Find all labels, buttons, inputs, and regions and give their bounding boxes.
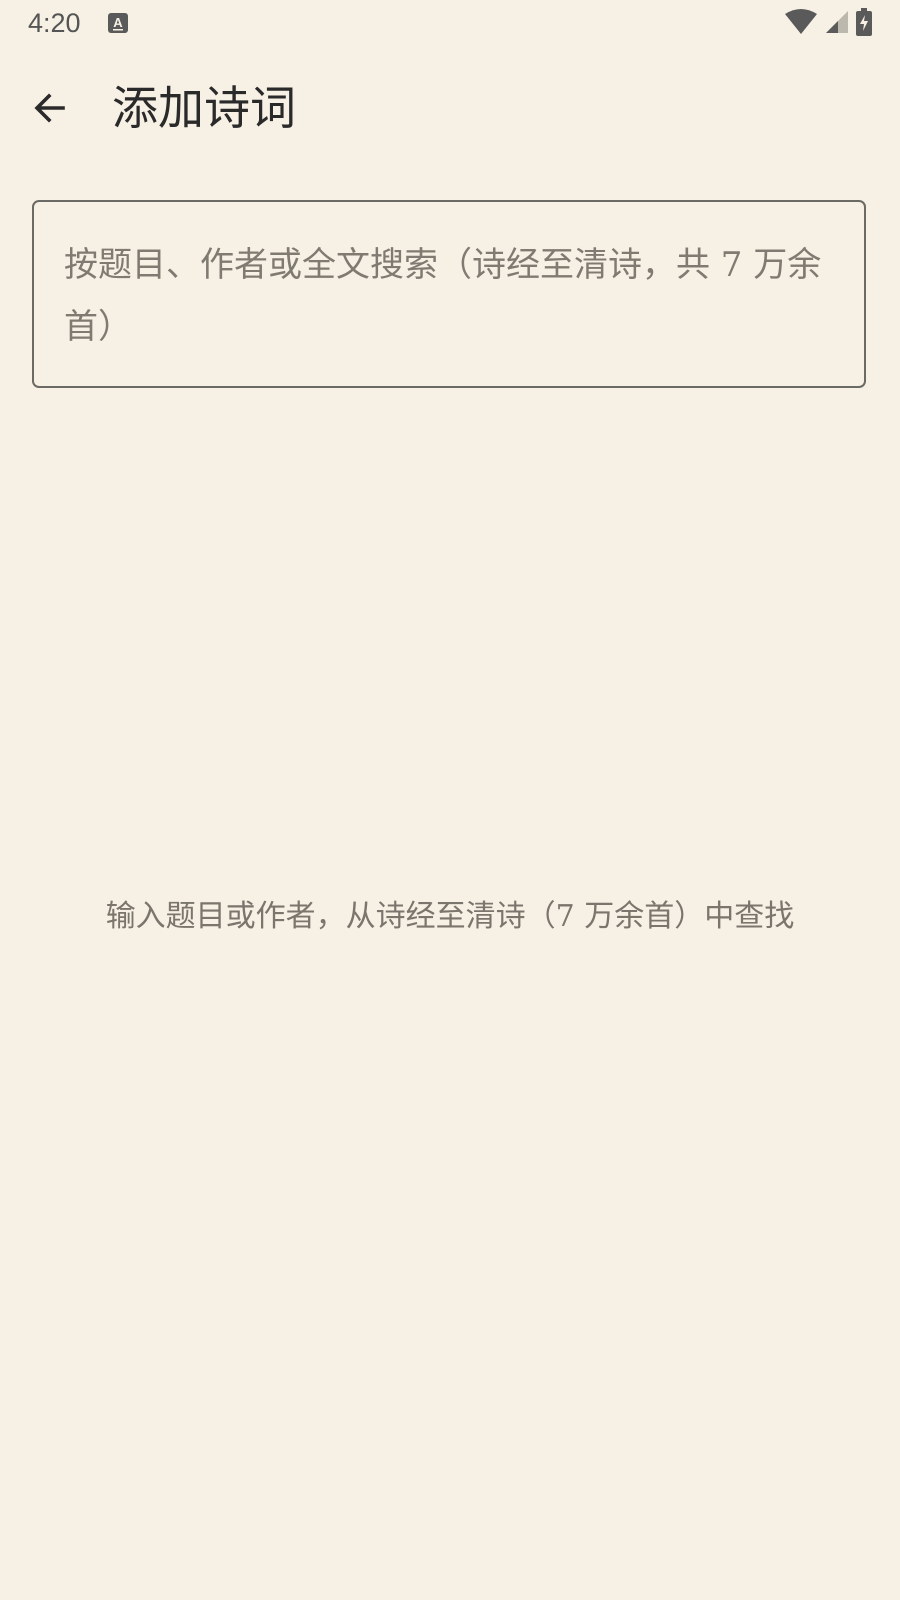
status-icons	[784, 8, 872, 40]
a-font-icon: A	[108, 13, 128, 33]
cellular-signal-icon	[824, 9, 850, 39]
empty-state-hint: 输入题目或作者，从诗经至清诗（7 万余首）中查找	[105, 899, 795, 934]
svg-text:A: A	[113, 15, 123, 30]
battery-charging-icon	[856, 8, 872, 40]
status-time: 4:20	[28, 8, 81, 38]
status-bar: 4:20 A	[0, 0, 900, 50]
search-box[interactable]	[32, 200, 866, 388]
wifi-icon	[784, 8, 818, 40]
search-input[interactable]	[64, 234, 834, 358]
back-button[interactable]	[22, 82, 78, 138]
arrow-left-icon	[32, 90, 68, 130]
page-title: 添加诗词	[112, 81, 296, 135]
app-bar: 添加诗词	[0, 60, 900, 160]
